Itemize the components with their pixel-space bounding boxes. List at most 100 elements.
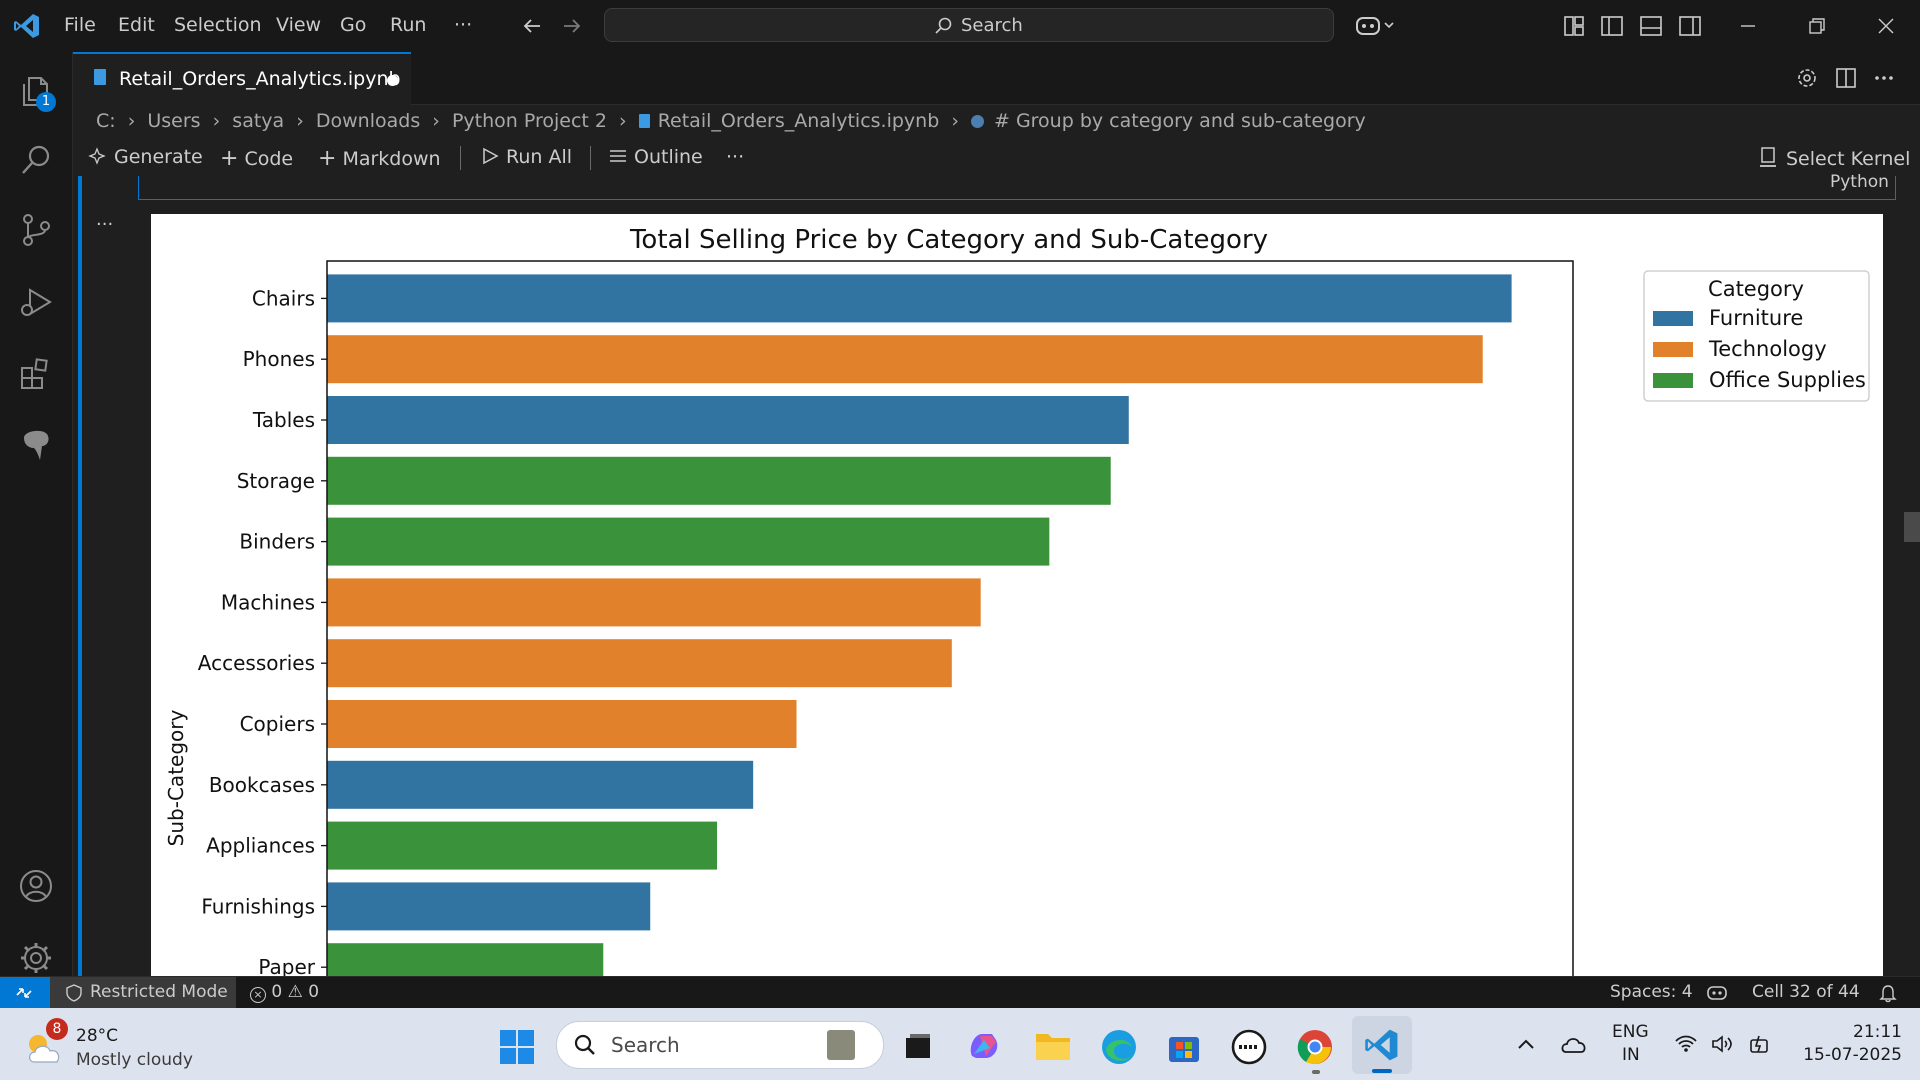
generate-button[interactable]: Generate	[88, 146, 203, 168]
breadcrumb-downloads[interactable]: Downloads	[316, 110, 420, 132]
legend-label-furniture: Furniture	[1709, 306, 1803, 330]
taskbar-search[interactable]: Search	[556, 1021, 884, 1069]
breadcrumb-drive[interactable]: C:	[96, 110, 116, 132]
weather-temp: 28°C	[76, 1026, 119, 1046]
copilot-status-icon[interactable]	[1706, 983, 1728, 1003]
chevron-up-icon[interactable]	[1516, 1036, 1536, 1052]
copilot-icon[interactable]	[1354, 12, 1398, 40]
toggle-panel-icon[interactable]	[1639, 14, 1663, 38]
search-sidebar-icon[interactable]	[16, 140, 56, 180]
vscode-logo-icon[interactable]	[13, 12, 41, 40]
minimize-icon[interactable]	[1736, 16, 1760, 36]
y-tick-label: Storage	[237, 469, 315, 493]
menu-go[interactable]: Go	[340, 14, 366, 36]
volume-icon[interactable]	[1710, 1034, 1736, 1054]
microsoft-store-icon[interactable]	[1166, 1028, 1202, 1064]
run-all-button[interactable]: Run All	[480, 146, 572, 168]
run-debug-icon[interactable]	[16, 282, 56, 322]
vscode-taskbar-button[interactable]	[1352, 1016, 1412, 1074]
chrome-browser-icon[interactable]	[1296, 1028, 1334, 1066]
breadcrumb-project[interactable]: Python Project 2	[452, 110, 607, 132]
language-indicator[interactable]: ENG	[1612, 1022, 1649, 1042]
accounts-icon[interactable]	[16, 866, 56, 906]
editor-more-actions-icon[interactable]	[1872, 66, 1896, 90]
menu-more[interactable]: ···	[454, 14, 472, 36]
toolbar-divider	[460, 146, 461, 170]
menu-selection[interactable]: Selection	[174, 14, 262, 36]
onedrive-cloud-icon[interactable]	[1560, 1032, 1588, 1056]
active-app-indicator	[1372, 1069, 1392, 1073]
select-kernel-button[interactable]: Select Kernel	[1758, 146, 1910, 170]
clock-time[interactable]: 21:11	[1812, 1022, 1902, 1042]
wifi-icon[interactable]	[1674, 1034, 1698, 1054]
scrollbar-thumb[interactable]	[1904, 512, 1920, 542]
split-editor-icon[interactable]	[1834, 66, 1858, 90]
back-arrow-icon[interactable]	[520, 14, 544, 38]
toggle-primary-sidebar-icon[interactable]	[1600, 14, 1624, 38]
forward-arrow-icon[interactable]	[560, 14, 584, 38]
weather-widget[interactable]: 8 28°C Mostly cloudy	[24, 1018, 193, 1072]
kernel-icon	[1760, 147, 1776, 167]
menu-run[interactable]: Run	[390, 14, 426, 36]
task-view-icon[interactable]	[902, 1030, 934, 1062]
search-label: Search	[961, 15, 1023, 36]
outline-button[interactable]: Outline	[608, 146, 703, 168]
cell-output-more-button[interactable]: ···	[96, 214, 113, 235]
extensions-icon[interactable]	[16, 354, 56, 394]
bar-tables	[327, 396, 1129, 444]
menu-edit[interactable]: Edit	[118, 14, 155, 36]
customize-layout-icon[interactable]	[1562, 14, 1586, 38]
breadcrumb-user[interactable]: satya	[232, 110, 284, 132]
breadcrumb-cell[interactable]: # Group by category and sub-category	[994, 110, 1366, 132]
breadcrumb-file[interactable]: Retail_Orders_Analytics.ipynb	[658, 110, 940, 132]
unsaved-dot-icon[interactable]	[387, 75, 398, 86]
region-indicator[interactable]: IN	[1622, 1045, 1640, 1065]
activity-bar: 1	[0, 52, 73, 976]
legend-swatch-technology	[1653, 342, 1693, 357]
command-center-search[interactable]: Search	[604, 8, 1334, 42]
tab-retail-orders-notebook[interactable]: Retail_Orders_Analytics.ipynb	[73, 52, 411, 105]
y-tick-label: Tables	[252, 408, 315, 432]
database-extension-icon[interactable]	[16, 424, 56, 464]
toolbar-more-button[interactable]: ···	[726, 146, 744, 168]
copilot-app-icon[interactable]	[966, 1028, 1004, 1064]
add-code-cell-button[interactable]: + Code	[220, 146, 293, 171]
source-control-icon[interactable]	[16, 210, 56, 250]
bar-furnishings	[327, 882, 651, 931]
restore-icon[interactable]	[1805, 14, 1829, 38]
warning-icon: ⚠	[287, 982, 303, 1002]
close-window-icon[interactable]	[1874, 14, 1898, 38]
y-tick-label: Appliances	[206, 834, 315, 858]
windows-start-icon[interactable]	[500, 1030, 534, 1064]
sparkle-icon	[88, 147, 106, 165]
problems-indicator[interactable]: × 0 ⚠ 0	[250, 982, 319, 1003]
menu-view[interactable]: View	[276, 14, 321, 36]
search-highlight-icon	[827, 1030, 855, 1060]
cell-position-indicator[interactable]: Cell 32 of 44	[1752, 982, 1860, 1002]
windows-taskbar: 8 28°C Mostly cloudy Search ENG IN 21:11…	[0, 1008, 1920, 1080]
code-cell-bottom[interactable]	[138, 176, 1896, 200]
indentation-button[interactable]: Spaces: 4	[1610, 982, 1693, 1002]
edge-browser-icon[interactable]	[1100, 1028, 1138, 1066]
bar-storage	[327, 456, 1111, 505]
notifications-bell-icon[interactable]	[1878, 983, 1898, 1003]
breadcrumb-users[interactable]: Users	[147, 110, 200, 132]
remote-indicator[interactable]	[0, 977, 50, 1008]
chevron-right-icon: ›	[619, 110, 627, 132]
bar-phones	[327, 335, 1483, 384]
add-markdown-cell-button[interactable]: + Markdown	[318, 146, 441, 171]
cell-language-label[interactable]: Python	[1830, 172, 1889, 192]
clock-date[interactable]: 15-07-2025	[1792, 1045, 1902, 1065]
notebook-file-icon	[94, 69, 106, 85]
chevron-right-icon: ›	[432, 110, 440, 132]
battery-icon[interactable]	[1748, 1032, 1772, 1056]
manage-gear-icon[interactable]	[16, 938, 56, 978]
bar-bookcases	[327, 760, 754, 809]
dell-app-icon[interactable]	[1230, 1028, 1268, 1066]
y-tick-label: Paper	[258, 955, 315, 976]
file-explorer-icon[interactable]	[1034, 1030, 1072, 1062]
toggle-secondary-sidebar-icon[interactable]	[1678, 14, 1702, 38]
notebook-settings-icon[interactable]	[1795, 66, 1819, 90]
menu-file[interactable]: File	[64, 14, 96, 36]
restricted-mode-button[interactable]: Restricted Mode	[50, 977, 236, 1008]
